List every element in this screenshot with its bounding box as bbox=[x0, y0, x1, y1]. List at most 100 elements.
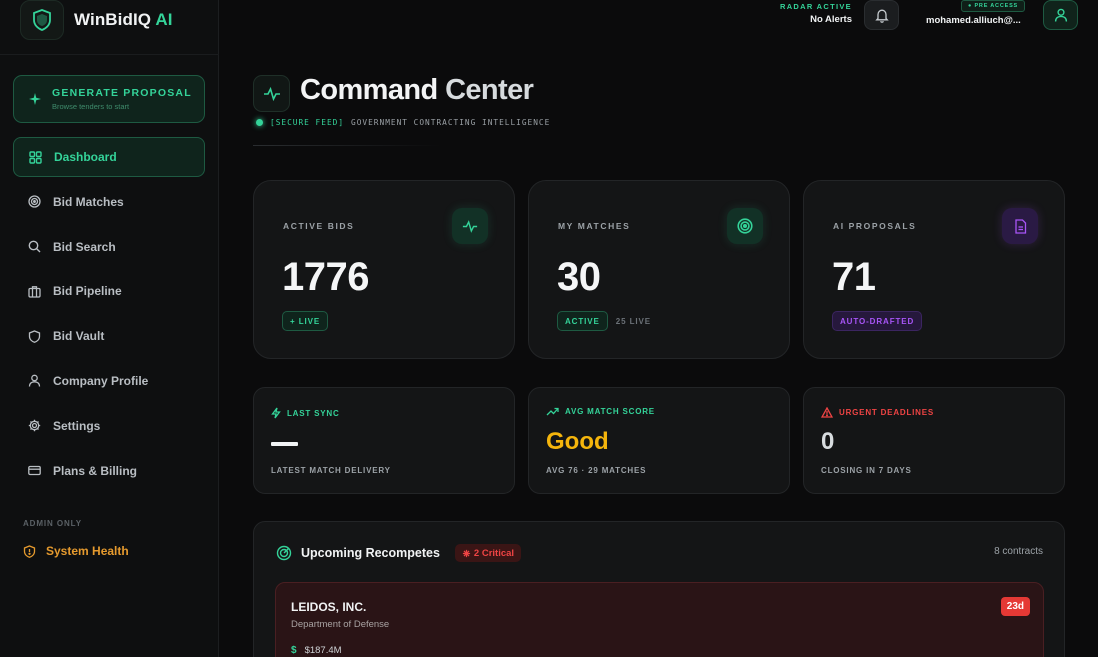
bell-icon bbox=[874, 8, 889, 23]
card-value: 0 bbox=[821, 428, 835, 455]
card-value: 30 bbox=[557, 255, 601, 299]
sidebar-item-label: Company Profile bbox=[53, 373, 149, 388]
alert-star-icon bbox=[462, 549, 471, 558]
sidebar-item-bid-matches[interactable]: Bid Matches bbox=[13, 182, 205, 222]
contract-value-text: $187.4M bbox=[304, 645, 342, 656]
brand[interactable]: WinBidIQ AI bbox=[20, 0, 219, 40]
card-label: ACTIVE BIDS bbox=[283, 221, 355, 231]
trending-up-icon bbox=[546, 407, 559, 416]
radar-label: RADAR ACTIVE bbox=[780, 2, 852, 11]
sidebar-item-label: Dashboard bbox=[54, 150, 117, 164]
card-subtext: LATEST MATCH DELIVERY bbox=[271, 466, 391, 475]
card-tags: ACTIVE 25 LIVE bbox=[557, 311, 651, 331]
active-bids-card[interactable]: ACTIVE BIDS 1776 + LIVE bbox=[253, 180, 515, 359]
radar-icon bbox=[276, 545, 292, 561]
my-matches-card[interactable]: MY MATCHES 30 ACTIVE 25 LIVE bbox=[528, 180, 790, 359]
page-subtitle: [SECURE FEED] GOVERNMENT CONTRACTING INT… bbox=[256, 118, 550, 127]
sidebar-item-settings[interactable]: Settings bbox=[13, 406, 205, 446]
gear-icon bbox=[27, 419, 41, 433]
sidebar-item-label: Settings bbox=[53, 418, 101, 433]
recompete-contract-row[interactable]: LEIDOS, INC. Department of Defense $ $18… bbox=[275, 582, 1044, 657]
sidebar: WinBidIQ AI GENERATE PROPOSAL Browse ten… bbox=[0, 0, 219, 657]
system-health-label: System Health bbox=[46, 544, 129, 558]
critical-badge-text: 2 Critical bbox=[473, 547, 515, 559]
card-tags: + LIVE bbox=[282, 311, 329, 331]
admin-section-label: ADMIN ONLY bbox=[23, 519, 82, 528]
card-value: Good bbox=[546, 428, 609, 455]
card-label: URGENT DEADLINES bbox=[821, 407, 934, 418]
panel-header: Upcoming Recompetes 2 Critical bbox=[276, 544, 522, 562]
warning-triangle-icon bbox=[821, 407, 833, 418]
page-title: Command Center bbox=[300, 74, 534, 107]
card-subtext: CLOSING IN 7 DAYS bbox=[821, 466, 912, 475]
sidebar-item-label: Plans & Billing bbox=[53, 463, 138, 478]
target-icon bbox=[27, 195, 41, 209]
ai-proposals-card[interactable]: AI PROPOSALS 71 AUTO-DRAFTED bbox=[803, 180, 1065, 359]
credit-card-icon bbox=[27, 464, 41, 478]
days-remaining-badge: 23d bbox=[1000, 597, 1030, 616]
empty-value-dash bbox=[271, 442, 298, 446]
lightning-icon bbox=[271, 407, 281, 419]
active-badge: ACTIVE bbox=[557, 311, 608, 331]
urgent-deadlines-card: URGENT DEADLINES 0 CLOSING IN 7 DAYS bbox=[803, 387, 1065, 494]
user-menu-button[interactable] bbox=[1043, 0, 1078, 30]
generate-proposal-button[interactable]: GENERATE PROPOSAL Browse tenders to star… bbox=[13, 75, 205, 123]
sidebar-item-company-profile[interactable]: Company Profile bbox=[13, 361, 205, 401]
secure-feed-label: [SECURE FEED] bbox=[270, 118, 345, 127]
sidebar-item-system-health[interactable]: System Health bbox=[23, 544, 129, 558]
card-label: AI PROPOSALS bbox=[833, 221, 917, 231]
dollar-icon: $ bbox=[291, 645, 297, 656]
auto-drafted-badge: AUTO-DRAFTED bbox=[832, 311, 923, 331]
activity-icon bbox=[452, 208, 488, 244]
activity-header-icon bbox=[253, 75, 290, 112]
sidebar-item-label: Bid Vault bbox=[53, 329, 105, 344]
avg-match-score-card: AVG MATCH SCORE Good AVG 76 · 29 MATCHES bbox=[528, 387, 790, 494]
user-icon bbox=[27, 374, 41, 388]
user-email[interactable]: mohamed.alliuch@... bbox=[926, 15, 1021, 26]
upcoming-recompetes-panel: Upcoming Recompetes 2 Critical 8 contrac… bbox=[253, 521, 1065, 657]
shield-alert-icon bbox=[23, 544, 36, 558]
sidebar-item-dashboard[interactable]: Dashboard bbox=[13, 137, 205, 177]
brand-suffix: AI bbox=[155, 10, 173, 29]
shield-logo-icon bbox=[20, 0, 64, 40]
divider bbox=[0, 54, 219, 55]
brand-name: WinBidIQ AI bbox=[74, 10, 173, 30]
brand-name-text: WinBidIQ bbox=[74, 10, 152, 29]
card-label-text: URGENT DEADLINES bbox=[839, 408, 935, 417]
contract-count: 8 contracts bbox=[994, 546, 1043, 557]
live-dot-icon bbox=[256, 119, 263, 126]
card-value: 71 bbox=[832, 255, 876, 299]
card-tags: AUTO-DRAFTED bbox=[832, 311, 923, 331]
card-label: AVG MATCH SCORE bbox=[546, 407, 655, 416]
card-label-text: AVG MATCH SCORE bbox=[565, 407, 655, 416]
target-icon bbox=[727, 208, 763, 244]
radar-status: RADAR ACTIVE No Alerts bbox=[760, 2, 852, 25]
dashboard-icon bbox=[28, 150, 42, 164]
page-subtitle-text: GOVERNMENT CONTRACTING INTELLIGENCE bbox=[351, 118, 551, 127]
generate-proposal-subtitle: Browse tenders to start bbox=[52, 102, 130, 111]
sidebar-item-bid-vault[interactable]: Bid Vault bbox=[13, 316, 205, 356]
contractor-name: LEIDOS, INC. bbox=[291, 600, 367, 614]
agency-name: Department of Defense bbox=[291, 619, 390, 630]
sidebar-item-label: Bid Search bbox=[53, 239, 116, 254]
critical-badge: 2 Critical bbox=[454, 544, 522, 562]
card-label: MY MATCHES bbox=[558, 221, 631, 231]
page-title-part-a: Command bbox=[300, 74, 438, 106]
card-subtext: AVG 76 · 29 MATCHES bbox=[546, 466, 647, 475]
sidebar-item-label: Bid Pipeline bbox=[53, 284, 122, 299]
divider bbox=[253, 145, 441, 146]
sparkle-icon bbox=[28, 92, 42, 106]
sidebar-item-plans-billing[interactable]: Plans & Billing bbox=[13, 451, 205, 491]
notifications-button[interactable] bbox=[864, 0, 899, 30]
live-badge: + LIVE bbox=[282, 311, 329, 331]
user-icon bbox=[1054, 8, 1068, 22]
sidebar-item-bid-search[interactable]: Bid Search bbox=[13, 227, 205, 267]
card-label-text: LAST SYNC bbox=[287, 408, 340, 418]
document-icon bbox=[1002, 208, 1038, 244]
shield-icon bbox=[27, 329, 41, 343]
panel-title: Upcoming Recompetes bbox=[301, 546, 440, 560]
sidebar-item-bid-pipeline[interactable]: Bid Pipeline bbox=[13, 271, 205, 311]
card-value: 1776 bbox=[282, 255, 369, 299]
card-label: LAST SYNC bbox=[271, 407, 340, 419]
generate-proposal-title: GENERATE PROPOSAL bbox=[52, 87, 192, 99]
